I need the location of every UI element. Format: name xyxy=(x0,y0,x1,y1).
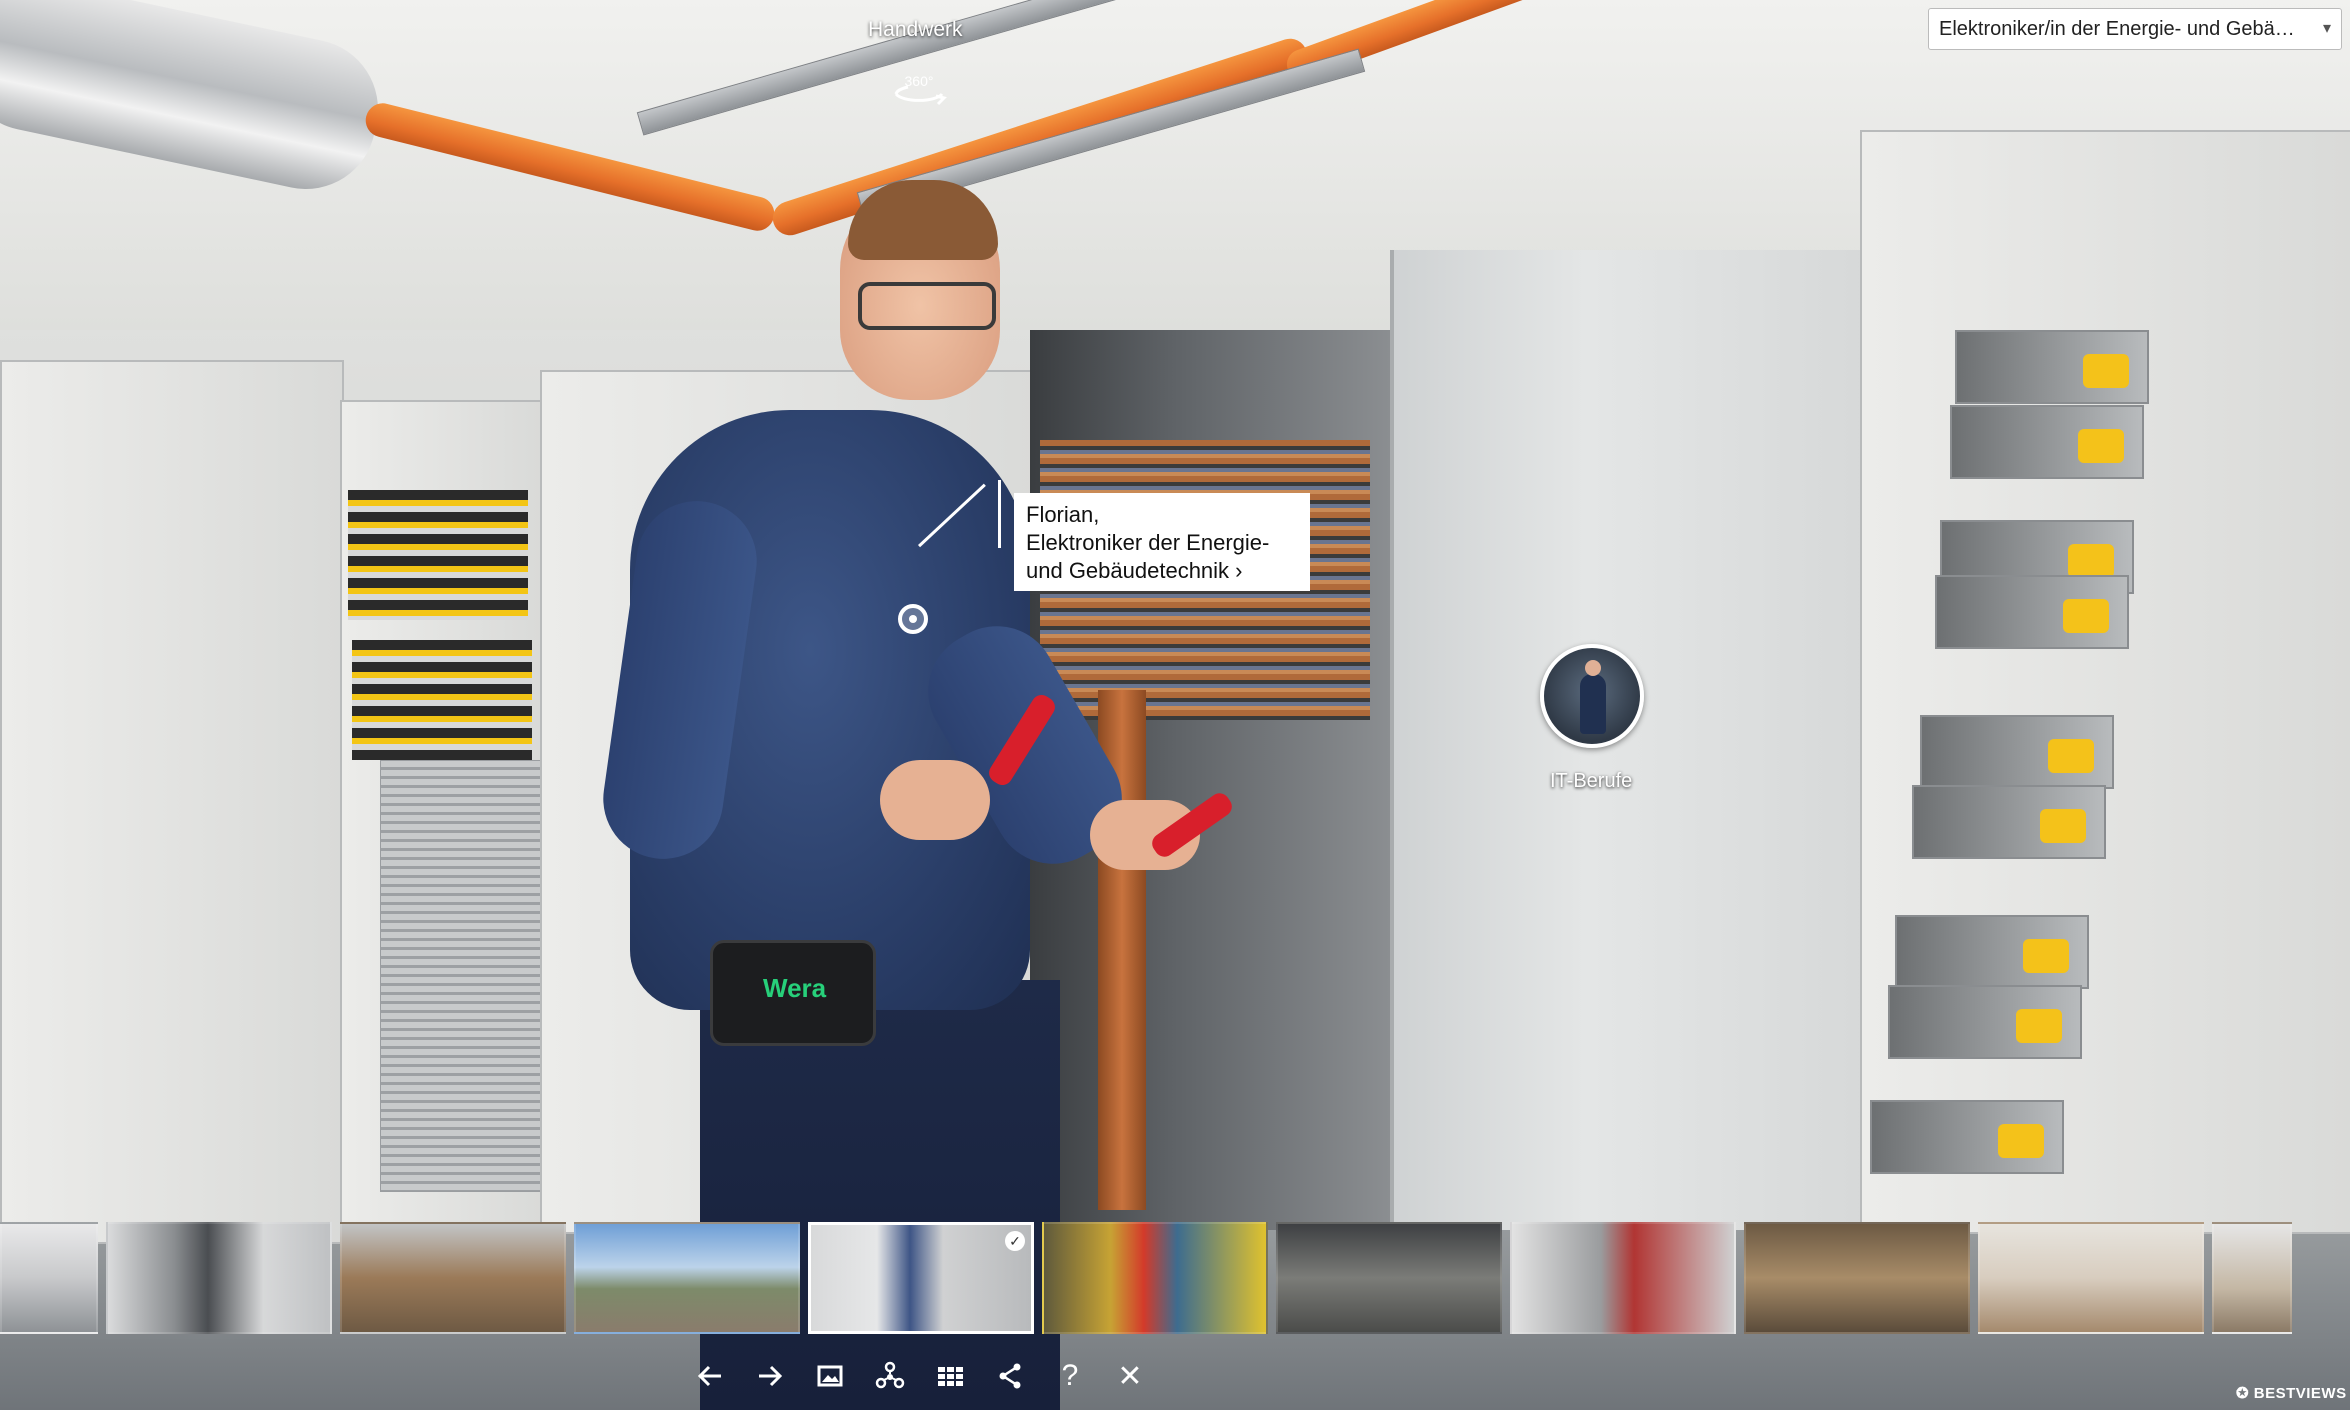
breaker-panel xyxy=(348,490,528,620)
scene-thumbnail[interactable] xyxy=(1978,1222,2204,1334)
scene-thumbnail[interactable] xyxy=(0,1222,98,1334)
info-hotspot-line: und Gebäudetechnik › xyxy=(1026,558,1243,583)
fuse-unit xyxy=(1870,1100,2064,1174)
person-glasses xyxy=(858,282,996,330)
fuse-unit xyxy=(1935,575,2129,649)
help-icon[interactable]: ? xyxy=(1040,1348,1100,1404)
fuse-unit xyxy=(1912,785,2106,859)
scene-link-bubble[interactable] xyxy=(1540,644,1644,748)
fuse-unit xyxy=(1955,330,2149,404)
info-hotspot-line: Florian, xyxy=(1026,502,1100,527)
fuse-unit xyxy=(1895,915,2089,989)
panorama-viewport[interactable]: Wera xyxy=(0,0,2350,1410)
fuse-unit xyxy=(1920,715,2114,789)
360-icon[interactable]: 360° xyxy=(888,70,950,112)
info-hotspot-label[interactable]: Florian, Elektroniker der Energie- und G… xyxy=(1014,493,1310,591)
scene-thumbnail[interactable] xyxy=(1276,1222,1502,1334)
breaker-panel xyxy=(352,640,532,760)
chevron-down-icon: ▾ xyxy=(2322,20,2331,37)
scene-thumbnail-active[interactable]: ✓ xyxy=(808,1222,1034,1334)
scene-selector[interactable]: Elektroniker/in der Energie- und Gebäud.… xyxy=(1928,8,2342,50)
vent-grid xyxy=(380,760,542,1192)
fuse-unit xyxy=(1888,985,2082,1059)
close-icon[interactable]: ✕ xyxy=(1100,1348,1160,1404)
scene-thumbnail-strip[interactable]: ✓ xyxy=(0,1222,2350,1336)
fuse-unit xyxy=(1950,405,2144,479)
scene-thumbnail[interactable] xyxy=(340,1222,566,1334)
scene-thumbnail[interactable] xyxy=(1744,1222,1970,1334)
viewer-toolbar: ? ✕ xyxy=(680,1348,1160,1404)
hotspot-leader-line xyxy=(998,480,1001,548)
svg-text:360°: 360° xyxy=(905,73,934,89)
share-icon[interactable] xyxy=(980,1348,1040,1404)
arrow-right-icon[interactable] xyxy=(740,1348,800,1404)
scene-thumbnail[interactable] xyxy=(106,1222,332,1334)
cabinet-door xyxy=(1390,250,1874,1230)
switch-cabinet-right xyxy=(1860,130,2350,1234)
switch-cabinet-left xyxy=(0,360,344,1244)
person-hand xyxy=(880,760,990,840)
scene-thumbnail[interactable] xyxy=(574,1222,800,1334)
grid-icon[interactable] xyxy=(920,1348,980,1404)
tool-pouch: Wera xyxy=(710,940,876,1046)
check-icon: ✓ xyxy=(1005,1231,1025,1251)
brand-logo: ✪ BESTVIEWS xyxy=(2236,1385,2347,1402)
scene-link-preview xyxy=(1580,660,1606,734)
image-icon[interactable] xyxy=(800,1348,860,1404)
arrow-left-icon[interactable] xyxy=(680,1348,740,1404)
scene-selector-value: Elektroniker/in der Energie- und Gebäud.… xyxy=(1939,18,2314,40)
info-hotspot-line: Elektroniker der Energie- xyxy=(1026,530,1270,555)
info-hotspot-icon[interactable] xyxy=(898,604,928,634)
brand-text: BESTVIEWS xyxy=(2253,1385,2347,1402)
scene-thumbnail[interactable] xyxy=(1510,1222,1736,1334)
pouch-logo: Wera xyxy=(763,973,827,1003)
scene-thumbnail[interactable] xyxy=(2212,1222,2292,1334)
scene-link-label[interactable]: IT-Berufe xyxy=(1550,770,1632,793)
scene-title: Handwerk xyxy=(868,18,963,41)
scene-thumbnail[interactable] xyxy=(1042,1222,1268,1334)
network-icon[interactable] xyxy=(860,1348,920,1404)
